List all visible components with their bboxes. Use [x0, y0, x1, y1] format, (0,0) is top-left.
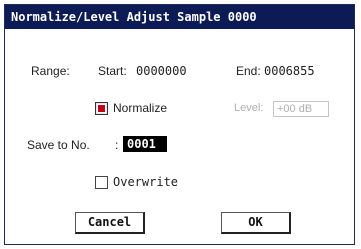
save-to-number-field[interactable]: 0001: [123, 136, 167, 152]
level-field: +00 dB: [273, 101, 329, 117]
normalize-label[interactable]: Normalize: [113, 101, 167, 115]
save-to-colon: :: [115, 138, 119, 152]
cancel-button[interactable]: Cancel: [75, 212, 145, 234]
end-value: 0006855: [264, 64, 315, 78]
normalize-checkbox[interactable]: [95, 102, 108, 115]
ok-button[interactable]: OK: [221, 212, 291, 234]
start-label: Start:: [98, 64, 127, 78]
dialog-title: Normalize/Level Adjust Sample 0000: [5, 5, 354, 29]
normalize-dialog: Normalize/Level Adjust Sample 0000 Range…: [4, 4, 355, 245]
end-label: End:: [236, 64, 261, 78]
range-label: Range:: [31, 64, 70, 78]
start-value: 0000000: [136, 64, 187, 78]
save-to-label: Save to No.: [27, 138, 90, 152]
overwrite-checkbox[interactable]: [95, 176, 108, 189]
level-label: Level:: [234, 102, 264, 114]
overwrite-label[interactable]: Overwrite: [113, 175, 178, 189]
